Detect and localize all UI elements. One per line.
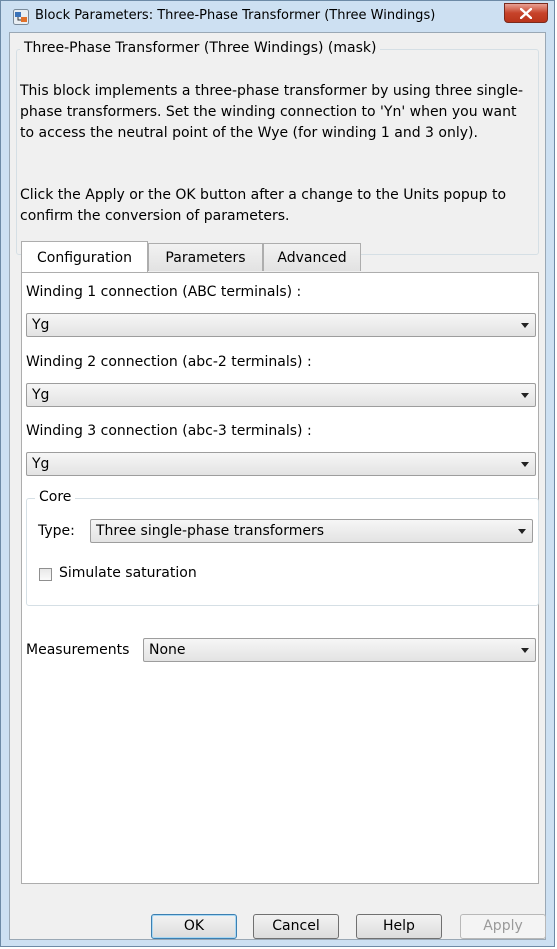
dialog-window: Block Parameters: Three-Phase Transforme…: [0, 0, 555, 947]
dialog-client-area: Three-Phase Transformer (Three Windings)…: [9, 32, 546, 940]
simulate-saturation-label[interactable]: Simulate saturation: [59, 565, 197, 581]
winding2-select[interactable]: Yg: [26, 383, 536, 407]
measurements-select[interactable]: None: [143, 638, 536, 662]
mask-note: Click the Apply or the OK button after a…: [20, 187, 507, 224]
core-type-value: Three single-phase transformers: [96, 523, 325, 539]
simulink-block-icon: [13, 9, 29, 25]
core-legend: Core: [35, 489, 76, 505]
tab-configuration[interactable]: Configuration: [21, 241, 148, 272]
winding3-select[interactable]: Yg: [26, 452, 536, 476]
tab-parameters[interactable]: Parameters: [148, 243, 263, 271]
core-type-select[interactable]: Three single-phase transformers: [90, 519, 533, 543]
chevron-down-icon: [521, 393, 529, 398]
help-button[interactable]: Help: [356, 914, 442, 939]
winding1-label: Winding 1 connection (ABC terminals) :: [26, 284, 302, 300]
close-icon: [520, 8, 532, 19]
cancel-button[interactable]: Cancel: [253, 914, 339, 939]
configuration-panel: Winding 1 connection (ABC terminals) : Y…: [21, 272, 539, 884]
window-title: Block Parameters: Three-Phase Transforme…: [35, 8, 436, 23]
simulate-saturation-checkbox[interactable]: [39, 568, 52, 581]
chevron-down-icon: [521, 323, 529, 328]
chevron-down-icon: [521, 648, 529, 653]
mask-legend: Three-Phase Transformer (Three Windings)…: [20, 40, 381, 56]
winding2-value: Yg: [32, 387, 50, 403]
winding1-select[interactable]: Yg: [26, 313, 536, 337]
winding2-label: Winding 2 connection (abc-2 terminals) :: [26, 354, 312, 370]
mask-description: This block implements a three-phase tran…: [20, 83, 524, 141]
chevron-down-icon: [521, 462, 529, 467]
close-button[interactable]: [504, 3, 548, 23]
title-bar[interactable]: Block Parameters: Three-Phase Transforme…: [1, 1, 554, 33]
tab-advanced[interactable]: Advanced: [263, 243, 361, 271]
measurements-label: Measurements: [26, 642, 130, 658]
winding3-value: Yg: [32, 456, 50, 472]
winding3-label: Winding 3 connection (abc-3 terminals) :: [26, 423, 312, 439]
ok-button[interactable]: OK: [151, 914, 237, 939]
winding1-value: Yg: [32, 317, 50, 333]
core-group: Core Type: Three single-phase transforme…: [26, 489, 539, 606]
measurements-value: None: [149, 642, 186, 658]
chevron-down-icon: [518, 529, 526, 534]
apply-button[interactable]: Apply: [460, 914, 546, 939]
core-type-label: Type:: [38, 523, 75, 539]
